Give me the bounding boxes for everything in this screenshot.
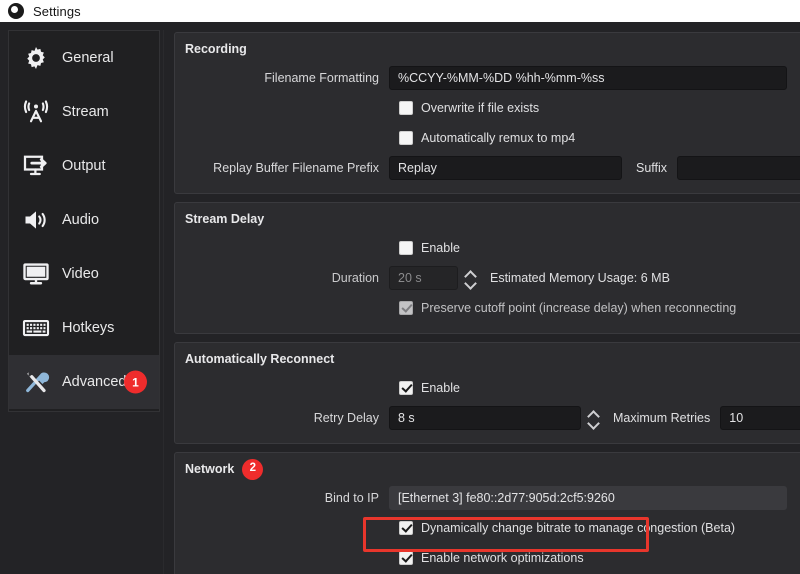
sidebar-item-label: Stream <box>62 104 109 120</box>
sidebar-item-audio[interactable]: Audio <box>9 193 159 247</box>
stream-delay-duration-input[interactable]: 20 s <box>389 266 458 290</box>
settings-content: Recording Filename Formatting %CCYY-%MM-… <box>168 28 800 574</box>
row-dynamic-bitrate[interactable]: Dynamically change bitrate to manage con… <box>175 513 800 543</box>
auto-remux-mp4-label: Automatically remux to mp4 <box>421 131 575 145</box>
retry-delay-stepper[interactable] <box>585 405 602 431</box>
sidebar-item-video[interactable]: Video <box>9 247 159 301</box>
auto-remux-mp4-checkbox[interactable] <box>399 131 413 145</box>
row-preserve-cutoff-point[interactable]: Preserve cutoff point (increase delay) w… <box>175 293 800 323</box>
row-replay-buffer-prefix: Replay Buffer Filename Prefix Replay Suf… <box>175 153 800 183</box>
replay-buffer-prefix-input[interactable]: Replay <box>389 156 622 180</box>
group-stream-delay: Stream Delay Enable Duration 20 s Estima… <box>174 202 800 334</box>
row-filename-formatting: Filename Formatting %CCYY-%MM-%DD %hh-%m… <box>175 63 800 93</box>
group-title-auto-reconnect: Automatically Reconnect <box>175 349 800 369</box>
broadcast-icon <box>19 95 53 129</box>
overwrite-if-file-exists-label: Overwrite if file exists <box>421 101 539 115</box>
sidebar-item-advanced[interactable]: Advanced 1 <box>9 355 159 409</box>
stream-delay-enable-checkbox[interactable] <box>399 241 413 255</box>
row-auto-reconnect-enable[interactable]: Enable <box>175 373 800 403</box>
sidebar-item-label: Output <box>62 158 106 174</box>
row-auto-remux-mp4[interactable]: Automatically remux to mp4 <box>175 123 800 153</box>
network-optimizations-label: Enable network optimizations <box>421 551 584 565</box>
preserve-cutoff-point-label: Preserve cutoff point (increase delay) w… <box>421 301 736 315</box>
filename-formatting-label: Filename Formatting <box>175 71 389 85</box>
group-network: Network 2 Bind to IP [Ethernet 3] fe80::… <box>174 452 800 574</box>
dynamic-bitrate-label: Dynamically change bitrate to manage con… <box>421 521 735 535</box>
group-title-stream-delay: Stream Delay <box>175 209 800 229</box>
sidebar-item-hotkeys[interactable]: Hotkeys <box>9 301 159 355</box>
retry-delay-label: Retry Delay <box>175 411 389 425</box>
chevron-up-icon[interactable] <box>465 271 476 277</box>
overwrite-if-file-exists-checkbox[interactable] <box>399 101 413 115</box>
title-bar: Settings <box>0 0 800 22</box>
row-network-optimizations[interactable]: Enable network optimizations <box>175 543 800 573</box>
chevron-down-icon[interactable] <box>588 420 599 426</box>
monitor-icon <box>19 257 53 291</box>
stream-delay-enable-label: Enable <box>421 241 460 255</box>
row-retry-delay: Retry Delay 8 s Maximum Retries 10 <box>175 403 800 433</box>
panel-divider <box>163 30 164 574</box>
sidebar-item-general[interactable]: General <box>9 31 159 85</box>
row-stream-delay-enable[interactable]: Enable <box>175 233 800 263</box>
group-title-network-text: Network <box>185 462 234 476</box>
bind-to-ip-select[interactable]: [Ethernet 3] fe80::2d77:905d:2cf5:9260 <box>389 486 787 510</box>
stream-delay-duration-label: Duration <box>175 271 389 285</box>
output-icon <box>19 149 53 183</box>
sidebar-item-label: Audio <box>62 212 99 228</box>
maximum-retries-input[interactable]: 10 <box>720 406 800 430</box>
sidebar-item-label: Advanced <box>62 374 127 390</box>
bind-to-ip-label: Bind to IP <box>175 491 389 505</box>
sidebar-item-label: Hotkeys <box>62 320 114 336</box>
row-bind-to-ip: Bind to IP [Ethernet 3] fe80::2d77:905d:… <box>175 483 800 513</box>
replay-buffer-prefix-label: Replay Buffer Filename Prefix <box>175 161 389 175</box>
stream-delay-duration-stepper[interactable] <box>462 265 479 291</box>
sidebar-item-output[interactable]: Output <box>9 139 159 193</box>
chevron-up-icon[interactable] <box>588 411 599 417</box>
row-stream-delay-duration: Duration 20 s Estimated Memory Usage: 6 … <box>175 263 800 293</box>
group-title-recording: Recording <box>175 39 800 59</box>
window-title: Settings <box>33 4 81 19</box>
sidebar-item-label: Video <box>62 266 99 282</box>
filename-formatting-input[interactable]: %CCYY-%MM-%DD %hh-%mm-%ss <box>389 66 787 90</box>
sidebar-item-stream[interactable]: Stream <box>9 85 159 139</box>
keyboard-icon <box>19 311 53 345</box>
dynamic-bitrate-checkbox[interactable] <box>399 521 413 535</box>
settings-sidebar[interactable]: General Stream Output <box>8 30 160 412</box>
chevron-down-icon[interactable] <box>465 280 476 286</box>
obs-logo-icon <box>8 3 24 19</box>
group-recording: Recording Filename Formatting %CCYY-%MM-… <box>174 32 800 194</box>
tools-icon <box>19 365 53 399</box>
network-badge: 2 <box>242 459 263 480</box>
auto-reconnect-enable-checkbox[interactable] <box>399 381 413 395</box>
sidebar-item-label: General <box>62 50 114 66</box>
maximum-retries-label: Maximum Retries <box>613 411 710 425</box>
speaker-icon <box>19 203 53 237</box>
estimated-memory-usage-note: Estimated Memory Usage: 6 MB <box>490 271 670 285</box>
network-optimizations-checkbox[interactable] <box>399 551 413 565</box>
sidebar-badge-advanced: 1 <box>124 371 147 394</box>
auto-reconnect-enable-label: Enable <box>421 381 460 395</box>
retry-delay-input[interactable]: 8 s <box>389 406 581 430</box>
settings-window: Settings General Stream <box>0 0 800 574</box>
gear-icon <box>19 41 53 75</box>
row-overwrite-if-file-exists[interactable]: Overwrite if file exists <box>175 93 800 123</box>
suffix-label: Suffix <box>636 161 667 175</box>
preserve-cutoff-point-checkbox[interactable] <box>399 301 413 315</box>
suffix-input[interactable] <box>677 156 800 180</box>
group-auto-reconnect: Automatically Reconnect Enable Retry Del… <box>174 342 800 444</box>
group-title-network: Network 2 <box>175 459 800 479</box>
